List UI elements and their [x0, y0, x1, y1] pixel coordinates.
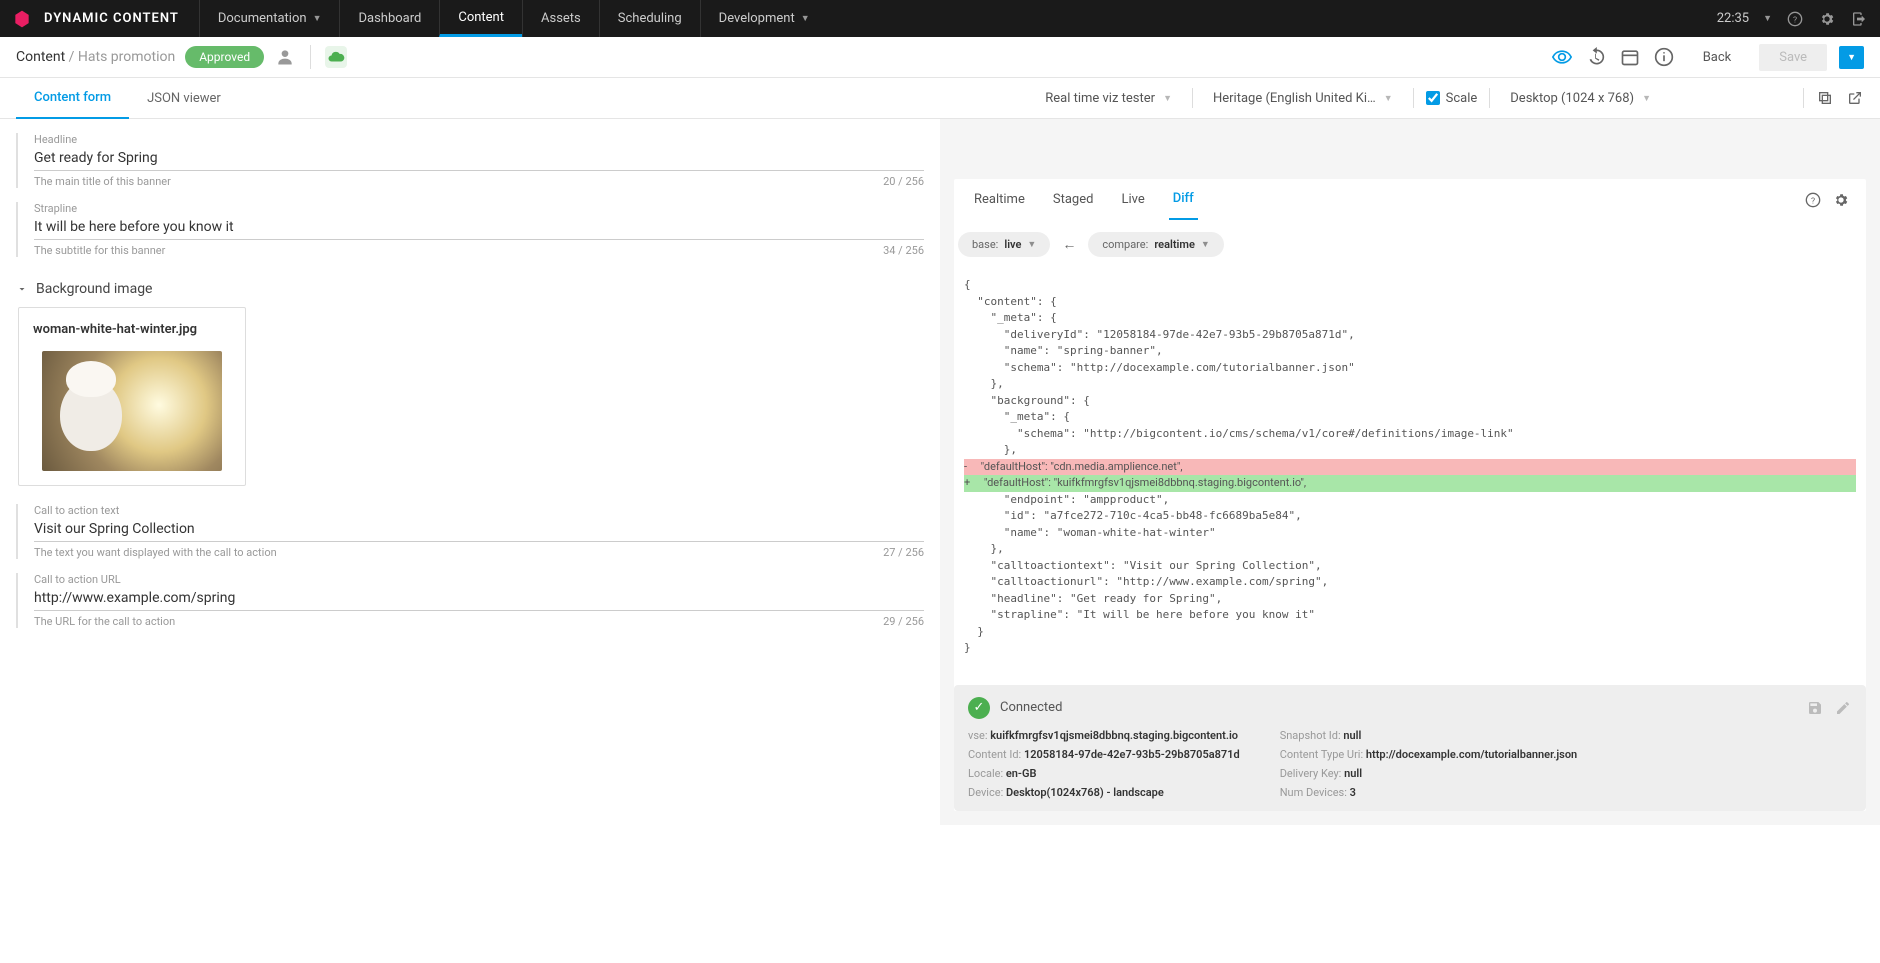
background-image-section[interactable]: Background image [16, 271, 924, 307]
tab-diff[interactable]: Diff [1169, 179, 1198, 220]
strapline-input[interactable] [34, 215, 924, 240]
nav-assets[interactable]: Assets [522, 0, 599, 37]
nav-scheduling[interactable]: Scheduling [599, 0, 700, 37]
preview-card: Realtime Staged Live Diff ? base: live ▼… [954, 179, 1866, 811]
info-icon[interactable] [1653, 46, 1675, 68]
viz-selector[interactable]: Real time viz tester▼ [1037, 87, 1180, 110]
locale-selector[interactable]: Heritage (English United Ki…▼ [1205, 87, 1401, 110]
back-button[interactable]: Back [1687, 44, 1748, 71]
open-external-icon[interactable] [1846, 89, 1864, 107]
breadcrumb-current: Hats promotion [78, 49, 175, 65]
gear-icon[interactable] [1832, 191, 1850, 209]
tab-realtime[interactable]: Realtime [970, 180, 1029, 219]
sub-right: Back Save ▼ [1551, 44, 1864, 71]
tab-content-form[interactable]: Content form [16, 78, 129, 119]
nav-documentation[interactable]: Documentation▼ [199, 0, 340, 37]
chevron-down-icon[interactable]: ▼ [1763, 13, 1772, 24]
scale-checkbox[interactable]: Scale [1426, 91, 1478, 106]
tab-live[interactable]: Live [1117, 180, 1148, 219]
field-label: Strapline [34, 202, 924, 215]
logo-icon [12, 9, 32, 29]
field-headline: Headline The main title of this banner20… [16, 133, 924, 188]
chevron-down-icon [16, 283, 28, 295]
tab-json-viewer[interactable]: JSON viewer [129, 78, 239, 119]
field-label: Call to action URL [34, 573, 924, 586]
base-selector[interactable]: base: live ▼ [958, 232, 1050, 257]
top-nav: Documentation▼ Dashboard Content Assets … [199, 0, 828, 37]
preview-controls: Real time viz tester▼ Heritage (English … [1037, 87, 1864, 110]
device-selector[interactable]: Desktop (1024 x 768)▼ [1502, 87, 1659, 110]
breadcrumb-root[interactable]: Content [16, 49, 65, 65]
sub-bar: Content / Hats promotion Approved Back S… [0, 37, 1880, 78]
char-count: 20 / 256 [883, 175, 924, 188]
nav-content[interactable]: Content [439, 0, 522, 37]
cta-url-input[interactable] [34, 586, 924, 611]
headline-input[interactable] [34, 146, 924, 171]
copy-icon[interactable] [1816, 89, 1834, 107]
eye-icon[interactable] [1551, 46, 1573, 68]
top-bar: DYNAMIC CONTENT Documentation▼ Dashboard… [0, 0, 1880, 37]
help-icon[interactable]: ? [1786, 10, 1804, 28]
save-icon[interactable] [1806, 699, 1824, 717]
chevron-down-icon: ▼ [801, 13, 810, 24]
edit-icon[interactable] [1834, 699, 1852, 717]
chevron-down-icon: ▼ [313, 13, 322, 24]
tab-staged[interactable]: Staged [1049, 180, 1098, 219]
person-icon[interactable] [274, 46, 296, 68]
preview-pane: Realtime Staged Live Diff ? base: live ▼… [940, 119, 1880, 825]
diff-tabs: Realtime Staged Live Diff ? [954, 179, 1866, 220]
logout-icon[interactable] [1850, 10, 1868, 28]
connected-label: Connected [1000, 700, 1796, 715]
compare-selector[interactable]: compare: realtime ▼ [1088, 232, 1223, 257]
calendar-icon[interactable] [1619, 46, 1641, 68]
status-box: ✓ Connected vse: kuifkfmrgfsv1qjsmei8dbb… [954, 685, 1866, 811]
logo: DYNAMIC CONTENT [12, 9, 179, 29]
field-cta-text: Call to action text The text you want di… [16, 504, 924, 559]
brand-text: DYNAMIC CONTENT [44, 11, 179, 26]
clock: 22:35 [1717, 11, 1749, 26]
char-count: 27 / 256 [883, 546, 924, 559]
arrow-left-icon[interactable]: ← [1062, 236, 1076, 253]
svg-text:?: ? [1793, 15, 1797, 25]
check-icon: ✓ [968, 697, 990, 719]
history-icon[interactable] [1585, 46, 1607, 68]
char-count: 34 / 256 [883, 244, 924, 257]
save-button[interactable]: Save [1759, 44, 1827, 71]
breadcrumb: Content / Hats promotion [16, 49, 175, 65]
status-chip: Approved [185, 46, 264, 68]
nav-dashboard[interactable]: Dashboard [339, 0, 439, 37]
cta-text-input[interactable] [34, 517, 924, 542]
save-dropdown[interactable]: ▼ [1839, 46, 1864, 69]
compare-row: base: live ▼ ← compare: realtime ▼ [954, 220, 1866, 269]
field-strapline: Strapline The subtitle for this banner34… [16, 202, 924, 257]
image-thumbnail [42, 351, 222, 471]
top-right: 22:35 ▼ ? [1717, 10, 1868, 28]
tabbar: Content form JSON viewer Real time viz t… [0, 78, 1880, 119]
char-count: 29 / 256 [883, 615, 924, 628]
diff-code: { "content": { "_meta": { "deliveryId": … [954, 269, 1866, 665]
gear-icon[interactable] [1818, 10, 1836, 28]
field-label: Headline [34, 133, 924, 146]
field-label: Call to action text [34, 504, 924, 517]
svg-text:?: ? [1811, 196, 1815, 206]
content-area: Headline The main title of this banner20… [0, 119, 1880, 825]
nav-development[interactable]: Development▼ [700, 0, 828, 37]
image-card[interactable]: woman-white-hat-winter.jpg [18, 307, 246, 486]
form-pane: Headline The main title of this banner20… [0, 119, 940, 825]
image-filename: woman-white-hat-winter.jpg [33, 322, 231, 337]
cloud-icon[interactable] [325, 46, 347, 68]
help-icon[interactable]: ? [1804, 191, 1822, 209]
field-cta-url: Call to action URL The URL for the call … [16, 573, 924, 628]
